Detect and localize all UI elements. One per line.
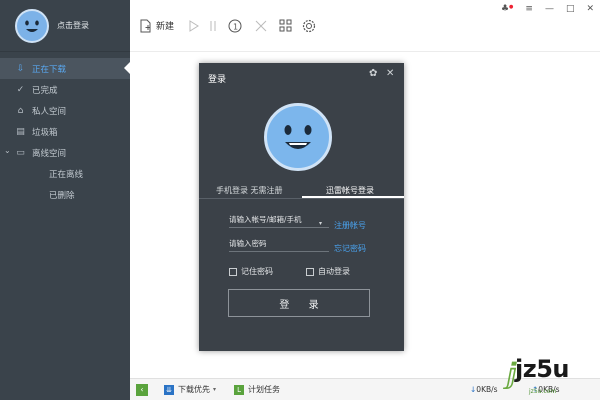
tab-phone-login[interactable]: 手机登录 无需注册 (216, 185, 283, 196)
download-speed-value: 0KB/s (476, 385, 498, 394)
watermark-logo: ⅉ jz5u jz5u.com (505, 355, 600, 400)
grid-view-icon[interactable] (278, 19, 292, 33)
sidebar-item-downloading[interactable]: ⇩ 正在下载 (0, 58, 130, 79)
forgot-password-link[interactable]: 忘记密码 (334, 243, 366, 254)
sidebar-header: 点击登录 (0, 0, 130, 52)
close-icon[interactable]: ✕ (586, 4, 594, 14)
tab-account-login[interactable]: 迅雷帐号登录 (326, 185, 374, 196)
dialog-close-icon[interactable]: ✕ (386, 68, 394, 79)
sidebar-item-deleted[interactable]: 已删除 (0, 184, 130, 205)
active-tab-indicator (302, 196, 404, 198)
trash-icon: ▤ (16, 126, 25, 137)
smiley-face-icon (284, 125, 312, 149)
schedule-label: 计划任务 (248, 385, 281, 394)
password-input[interactable] (229, 236, 329, 252)
sidebar-item-label: 正在下载 (32, 64, 67, 75)
lock-icon: ⌂ (17, 105, 24, 116)
login-link[interactable]: 点击登录 (57, 20, 89, 31)
download-priority-button[interactable]: ⇊ 下载优先 ▾ (164, 384, 216, 395)
dialog-settings-icon[interactable]: ✿ (369, 68, 377, 79)
dropdown-arrow-icon: ▾ (213, 386, 217, 393)
sidebar-item-label: 已完成 (32, 85, 58, 96)
play-icon[interactable] (186, 19, 200, 33)
check-circle-icon: ✓ (16, 84, 25, 95)
window-controls: ♣● ≡ — □ ✕ (501, 4, 594, 14)
sidebar-item-label: 已删除 (49, 190, 75, 201)
settings-gear-icon[interactable] (302, 19, 316, 33)
menu-icon[interactable]: ≡ (525, 4, 533, 14)
download-speed: ↓0KB/s (470, 385, 498, 394)
new-task-label: 新建 (156, 22, 175, 32)
checkbox-box (306, 267, 314, 276)
sidebar-item-label: 正在离线 (49, 169, 84, 180)
clock-icon: L (234, 384, 245, 395)
minimize-icon[interactable]: — (545, 4, 554, 14)
login-button[interactable]: 登 录 (228, 289, 370, 317)
account-dropdown-icon[interactable]: ▾ (319, 220, 322, 227)
sidebar-item-completed[interactable]: ✓ 已完成 (0, 79, 130, 100)
register-link[interactable]: 注册帐号 (334, 220, 366, 231)
login-dialog: 登录 ✿ ✕ 手机登录 无需注册 迅雷帐号登录 ▾ 注册帐号 忘记密码 记住密码… (199, 63, 404, 351)
sidebar-item-offlining[interactable]: 正在离线 (0, 163, 130, 184)
account-input[interactable] (229, 212, 329, 228)
svg-text:1: 1 (233, 22, 238, 31)
watermark-subtext: jz5u.com (529, 388, 557, 395)
smiley-face-icon (25, 20, 39, 32)
remember-password-checkbox[interactable]: 记住密码 (229, 266, 273, 277)
dialog-title: 登录 (208, 75, 227, 85)
sidebar-item-label: 离线空间 (32, 148, 67, 159)
schedule-button[interactable]: L 计划任务 (234, 384, 280, 395)
login-tabs: 手机登录 无需注册 迅雷帐号登录 (199, 183, 404, 199)
sidebar-item-label: 私人空间 (32, 106, 67, 117)
cloud-folder-icon: ▭ (16, 147, 25, 158)
avatar[interactable] (15, 8, 49, 43)
download-priority-icon: ⇊ (164, 384, 174, 395)
delete-icon[interactable] (254, 19, 268, 33)
chevron-down-icon[interactable]: ⌄ (4, 146, 11, 155)
speed-limit-icon[interactable]: 1 (228, 19, 242, 33)
collapse-sidebar-icon[interactable]: ‹ (136, 383, 148, 396)
checkbox-box (229, 267, 237, 276)
sidebar: 点击登录 ⇩ 正在下载 ✓ 已完成 ⌂ 私人空间 ▤ 垃圾箱 ▭ ⌄ 离线空间 … (0, 0, 130, 400)
download-priority-label: 下载优先 (178, 385, 210, 394)
download-icon: ⇩ (16, 63, 25, 74)
remember-password-label: 记住密码 (241, 267, 273, 276)
auto-login-checkbox[interactable]: 自动登录 (306, 266, 350, 277)
sidebar-item-private-space[interactable]: ⌂ 私人空间 (0, 100, 130, 121)
pause-icon[interactable] (206, 19, 220, 33)
skin-icon[interactable]: ♣● (501, 4, 513, 14)
sidebar-nav: ⇩ 正在下载 ✓ 已完成 ⌂ 私人空间 ▤ 垃圾箱 ▭ ⌄ 离线空间 正在离线 … (0, 52, 130, 205)
login-avatar (264, 103, 332, 171)
watermark-text: jz5u (515, 355, 569, 383)
sidebar-item-trash[interactable]: ▤ 垃圾箱 (0, 121, 130, 142)
new-task-button[interactable]: 新建 (138, 19, 174, 33)
new-file-icon (138, 19, 152, 33)
sidebar-item-offline-space[interactable]: ▭ ⌄ 离线空间 (0, 142, 130, 163)
maximize-icon[interactable]: □ (566, 4, 575, 14)
sidebar-item-label: 垃圾箱 (32, 127, 58, 138)
auto-login-label: 自动登录 (318, 267, 350, 276)
